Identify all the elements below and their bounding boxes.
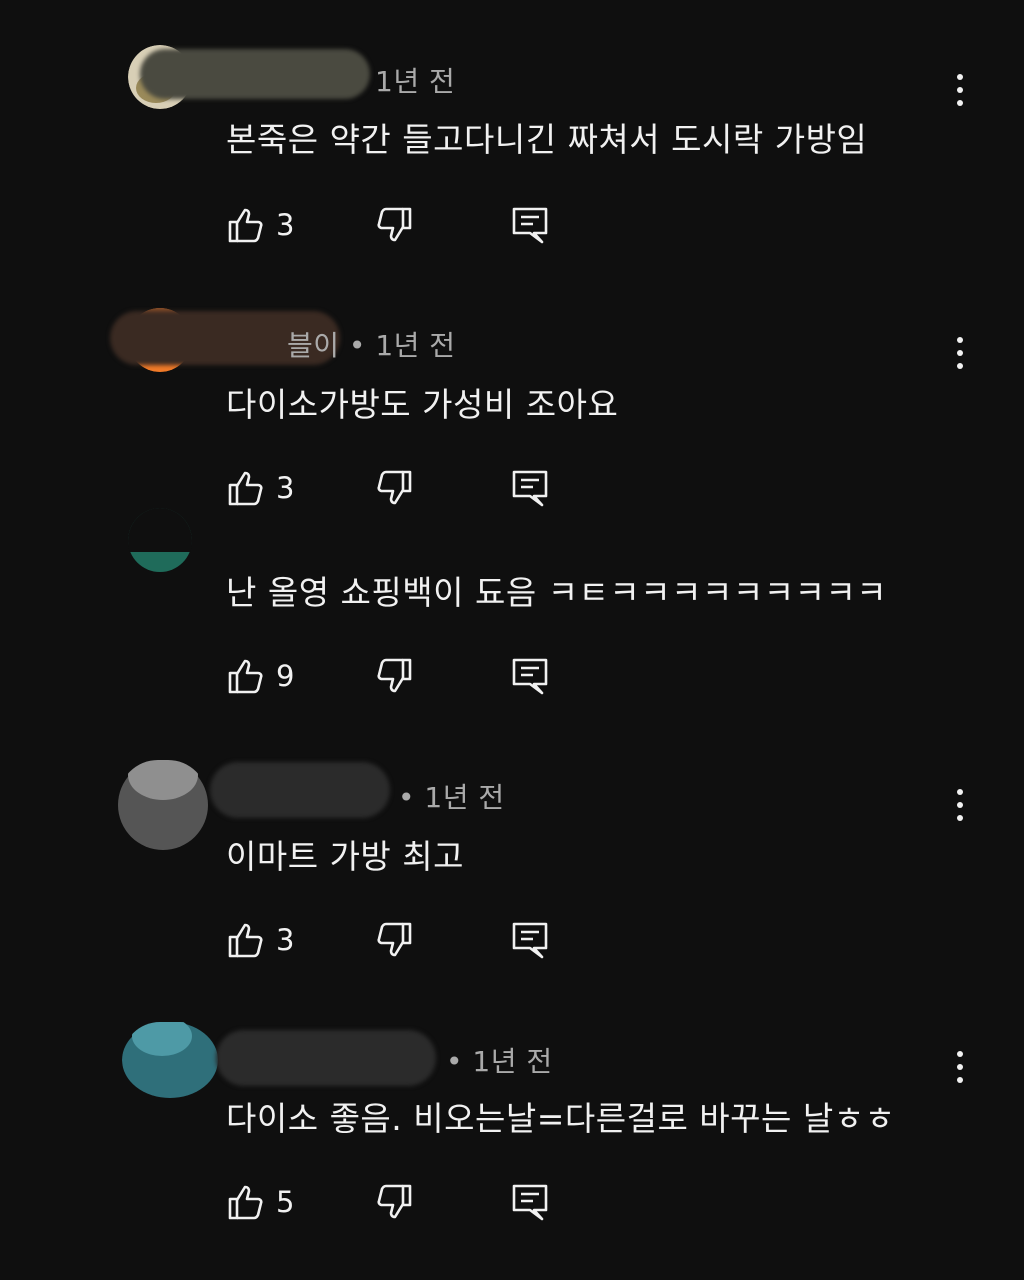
- comment-text: 난 올영 쇼핑백이 됴음 ㅋㅌㅋㅋㅋㅋㅋㅋㅋㅋㅋ: [226, 573, 888, 612]
- more-options-button[interactable]: [950, 1047, 970, 1087]
- reply-button[interactable]: [510, 203, 550, 247]
- comment-item: • 1년 전 이마트 가방 최고 3: [0, 760, 1024, 1010]
- comment-meta: • 1년 전: [398, 781, 505, 814]
- reply-icon: [512, 922, 548, 959]
- comment-text: 본죽은 약간 들고다니긴 짜쳐서 도시락 가방임: [226, 120, 868, 159]
- comment-actions: 5: [226, 1180, 566, 1224]
- reply-icon: [512, 207, 548, 244]
- comment-text: 이마트 가방 최고: [226, 837, 464, 876]
- more-options-button[interactable]: [950, 70, 970, 110]
- like-button[interactable]: 3: [226, 466, 294, 510]
- thumbs-down-icon: [377, 922, 412, 957]
- avatar[interactable]: [118, 760, 208, 850]
- blurred-username: [140, 49, 370, 99]
- comment-actions: 3: [226, 203, 566, 247]
- reply-button[interactable]: [510, 466, 550, 510]
- more-options-button[interactable]: [950, 333, 970, 373]
- reply-button[interactable]: [510, 918, 550, 962]
- thumbs-up-icon: [228, 1185, 263, 1220]
- comment-item: 1년 전 본죽은 약간 들고다니긴 짜쳐서 도시락 가방임 3: [0, 45, 1024, 295]
- reply-button[interactable]: [510, 1180, 550, 1224]
- like-button[interactable]: 3: [226, 918, 294, 962]
- thumbs-up-icon: [228, 208, 263, 243]
- comment-meta: 블이 • 1년 전: [287, 329, 456, 362]
- dislike-button[interactable]: [374, 203, 414, 247]
- comment-item: 난 올영 쇼핑백이 됴음 ㅋㅌㅋㅋㅋㅋㅋㅋㅋㅋㅋ 9: [0, 508, 1024, 758]
- like-count: 5: [276, 1185, 295, 1219]
- thumbs-up-icon: [228, 659, 263, 694]
- more-options-button[interactable]: [950, 785, 970, 825]
- thumbs-up-icon: [228, 923, 263, 958]
- like-button[interactable]: 5: [226, 1180, 294, 1224]
- thumbs-down-icon: [377, 470, 412, 505]
- like-count: 3: [276, 208, 295, 242]
- like-button[interactable]: 3: [226, 203, 294, 247]
- dislike-button[interactable]: [374, 466, 414, 510]
- reply-icon: [512, 1184, 548, 1221]
- blurred-username: [210, 762, 390, 818]
- comment-actions: 9: [226, 654, 566, 698]
- reply-button[interactable]: [510, 654, 550, 698]
- avatar[interactable]: [122, 1022, 218, 1098]
- comment-actions: 3: [226, 466, 566, 510]
- dislike-button[interactable]: [374, 654, 414, 698]
- dislike-button[interactable]: [374, 1180, 414, 1224]
- dislike-button[interactable]: [374, 918, 414, 962]
- thumbs-up-icon: [228, 471, 263, 506]
- thumbs-down-icon: [377, 1184, 412, 1219]
- reply-icon: [512, 658, 548, 695]
- avatar[interactable]: [128, 508, 192, 574]
- like-count: 3: [276, 923, 295, 957]
- blurred-username: [216, 1030, 436, 1086]
- comment-item: • 1년 전 다이소 좋음. 비오는날=다른걸로 바꾸는 날ㅎㅎ 5: [0, 1022, 1024, 1272]
- like-count: 9: [276, 659, 295, 693]
- comment-actions: 3: [226, 918, 566, 962]
- like-count: 3: [276, 471, 295, 505]
- comment-text: 다이소 좋음. 비오는날=다른걸로 바꾸는 날ㅎㅎ: [226, 1099, 896, 1138]
- like-button[interactable]: 9: [226, 654, 294, 698]
- thumbs-down-icon: [377, 658, 412, 693]
- comment-meta: 1년 전: [375, 65, 456, 98]
- comment-text: 다이소가방도 가성비 조아요: [226, 385, 619, 424]
- comment-meta: • 1년 전: [446, 1045, 553, 1078]
- reply-icon: [512, 470, 548, 507]
- thumbs-down-icon: [377, 207, 412, 242]
